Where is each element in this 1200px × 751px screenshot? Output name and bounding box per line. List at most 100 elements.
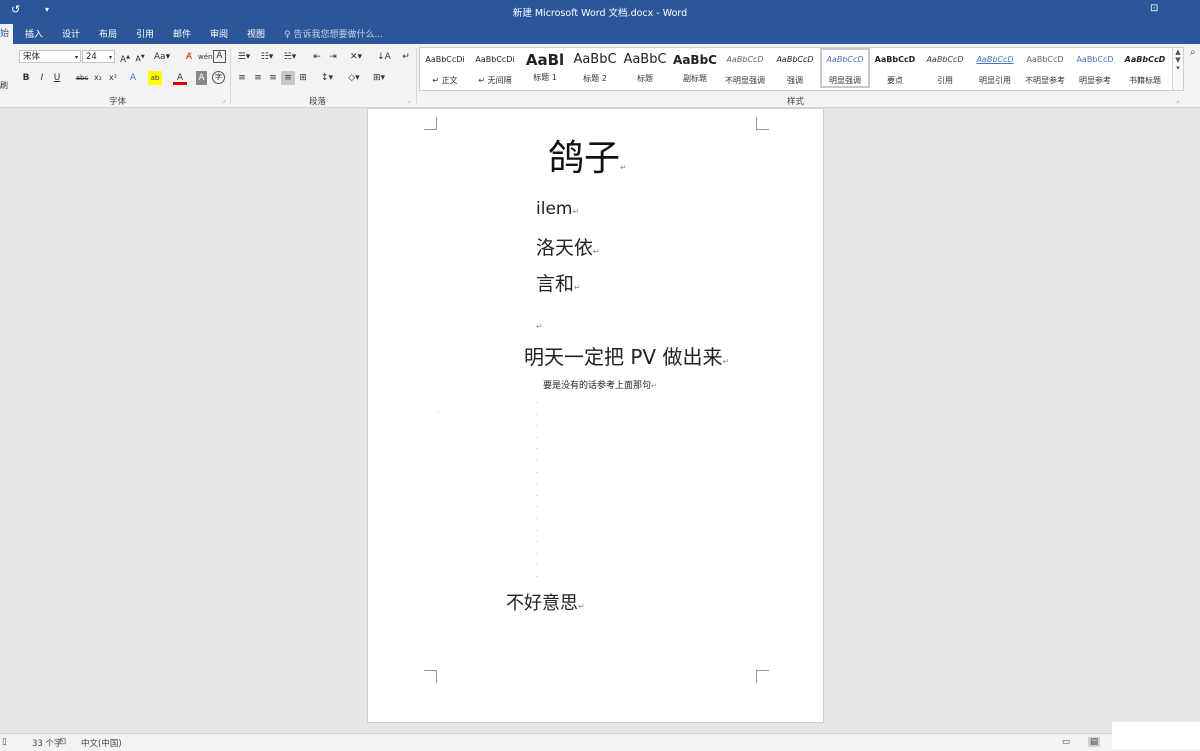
style-intense-quote[interactable]: AaBbCcD 明显引用 (970, 48, 1020, 88)
empty-paragraph-mark: · (536, 468, 539, 477)
increase-indent-icon[interactable]: ⇥ (326, 50, 340, 64)
style-normal[interactable]: AaBbCcDi ↵ 正文 (420, 48, 470, 88)
tab-design[interactable]: 设计 (62, 27, 80, 40)
line-spacing-icon[interactable]: ↕▾ (318, 71, 336, 85)
borders-icon[interactable]: ⊞▾ (370, 71, 388, 85)
justify-icon[interactable]: ≡ (281, 71, 295, 85)
text-effects-icon[interactable]: A (126, 71, 140, 85)
small-line: 要是没有的话参考上面那句↵ (543, 378, 657, 391)
format-painter-label[interactable]: 刷 (0, 80, 8, 91)
tab-home[interactable]: 始 (0, 24, 14, 44)
distributed-icon[interactable]: ⊞ (296, 71, 310, 85)
enclose-characters-icon[interactable]: 字 (212, 71, 225, 84)
italic-icon[interactable]: I (35, 71, 49, 85)
document-page[interactable]: 鸽子↵ ilem↵ 洛天依↵ 言和↵ ↵ 明天一定把 PV 做出来↵ 要是没有的… (367, 108, 824, 723)
font-dialog-launcher-icon[interactable]: ⌟ (222, 97, 225, 104)
tab-mailings[interactable]: 邮件 (173, 27, 191, 40)
style-intense-emphasis[interactable]: AaBbCcD 明显强调 (820, 48, 870, 88)
empty-paragraph-mark: · (536, 422, 539, 431)
style-no-spacing[interactable]: AaBbCcDi ↵ 无间隔 (470, 48, 520, 88)
highlight-icon[interactable]: ab (148, 71, 162, 85)
style-subtle-emphasis[interactable]: AaBbCcD 不明显强调 (720, 48, 770, 88)
tell-me-search[interactable]: ♀ 告诉我您想要做什么... (284, 27, 383, 40)
style-subtle-reference[interactable]: AaBbCcD 不明显参考 (1020, 48, 1070, 88)
read-mode-icon[interactable]: ▭ (1062, 737, 1070, 747)
align-center-icon[interactable]: ≡ (251, 71, 265, 85)
styles-dialog-launcher-icon[interactable]: ⌟ (1176, 97, 1179, 104)
empty-paragraph-mark: · (536, 433, 539, 442)
name-text: 言和 (536, 273, 575, 295)
font-color-icon[interactable]: A (173, 71, 187, 85)
clear-formatting-icon[interactable]: A̸ (182, 50, 196, 64)
shading-icon[interactable]: ◇▾ (345, 71, 363, 85)
show-marks-icon[interactable]: ↵ (399, 50, 413, 64)
paragraph-group-label: 段落 (309, 97, 327, 107)
bold-icon[interactable]: B (19, 71, 33, 85)
tab-layout[interactable]: 布局 (99, 27, 117, 40)
style-strong[interactable]: AaBbCcD 要点 (870, 48, 920, 88)
phonetic-guide-icon[interactable]: wén (198, 50, 212, 64)
crop-mark (756, 117, 769, 130)
style-heading-2[interactable]: AaBbC 标题 2 (570, 48, 620, 88)
styles-scroll[interactable]: ▲ ▼ ▾ (1172, 47, 1184, 91)
title-bar: ↺ ▾ 新建 Microsoft Word 文档.docx - Word ⊡ (0, 0, 1200, 24)
last-line: 不好意思↵ (506, 589, 585, 615)
multilevel-list-icon[interactable]: ☵▾ (281, 50, 299, 64)
divider (416, 48, 417, 104)
tab-view[interactable]: 视图 (247, 27, 265, 40)
empty-paragraph-mark: · (536, 573, 539, 581)
lightbulb-icon: ♀ (284, 30, 291, 40)
shrink-font-icon[interactable]: A▼ (133, 50, 147, 64)
style-book-title[interactable]: AaBbCcD 书籍标题 (1120, 48, 1170, 88)
paragraph-mark: ↵ (536, 322, 543, 331)
name-text: ilem (536, 199, 573, 219)
main-line: 明天一定把 PV 做出来↵ (524, 341, 729, 370)
more-styles-icon[interactable]: ▾ (1173, 64, 1183, 72)
watermark-logo (1112, 722, 1200, 749)
scroll-up-icon[interactable]: ▲ (1173, 48, 1183, 56)
sort-icon[interactable]: ↓A (377, 50, 391, 64)
print-layout-icon[interactable]: ▤ (1088, 737, 1101, 747)
decrease-indent-icon[interactable]: ⇤ (310, 50, 324, 64)
font-size-value: 24 (86, 52, 97, 62)
character-shading-icon[interactable]: A (196, 71, 207, 85)
page-number-icon[interactable]: ▯ (2, 737, 7, 747)
tab-insert[interactable]: 插入 (25, 27, 43, 40)
character-border-icon[interactable]: A (213, 50, 226, 63)
change-case-icon[interactable]: Aa▾ (152, 50, 172, 64)
scroll-down-icon[interactable]: ▼ (1173, 56, 1183, 64)
subscript-icon[interactable]: x₂ (91, 71, 105, 85)
grow-font-icon[interactable]: A▲ (118, 50, 132, 65)
asian-layout-icon[interactable]: ✕▾ (346, 50, 366, 64)
paragraph-mark: ↵ (572, 207, 580, 216)
ribbon-display-options-icon[interactable]: ⊡ (1150, 3, 1158, 14)
find-icon[interactable]: ⌕ (1190, 47, 1196, 58)
crop-mark (756, 670, 769, 683)
style-quote[interactable]: AaBbCcD 引用 (920, 48, 970, 88)
empty-paragraph-mark: · (536, 549, 539, 558)
language-indicator[interactable]: 中文(中国) (81, 737, 122, 749)
font-name-select[interactable]: 宋体 ▾ (19, 50, 81, 63)
tab-review[interactable]: 审阅 (210, 27, 228, 40)
word-count[interactable]: 33 个字 (32, 737, 63, 749)
style-intense-reference[interactable]: AaBbCcD 明显参考 (1070, 48, 1120, 88)
style-emphasis[interactable]: AaBbCcD 强调 (770, 48, 820, 88)
paragraph-mark: ↵ (722, 357, 730, 366)
status-bar: ▯ 33 个字 ⊡ 中文(中国) ▭ ▤ (0, 733, 1200, 751)
align-left-icon[interactable]: ≡ (235, 71, 249, 85)
paragraph-dialog-launcher-icon[interactable]: ⌟ (407, 97, 410, 104)
style-title[interactable]: AaBbC 标题 (620, 48, 670, 88)
strikethrough-icon[interactable]: abc (75, 71, 89, 85)
bullets-icon[interactable]: ☰▾ (235, 50, 253, 64)
superscript-icon[interactable]: x² (106, 71, 120, 85)
style-subtitle[interactable]: AaBbC 副标题 (670, 48, 720, 88)
numbering-icon[interactable]: ☷▾ (258, 50, 276, 64)
font-size-select[interactable]: 24 ▾ (82, 50, 115, 63)
underline-icon[interactable]: U (50, 71, 64, 85)
proofing-icon[interactable]: ⊡ (59, 737, 66, 747)
style-heading-1[interactable]: AaBl 标题 1 (520, 48, 570, 88)
empty-paragraph-mark: · (536, 491, 539, 500)
align-right-icon[interactable]: ≡ (266, 71, 280, 85)
window-title: 新建 Microsoft Word 文档.docx - Word (512, 8, 688, 19)
tab-references[interactable]: 引用 (136, 27, 154, 40)
